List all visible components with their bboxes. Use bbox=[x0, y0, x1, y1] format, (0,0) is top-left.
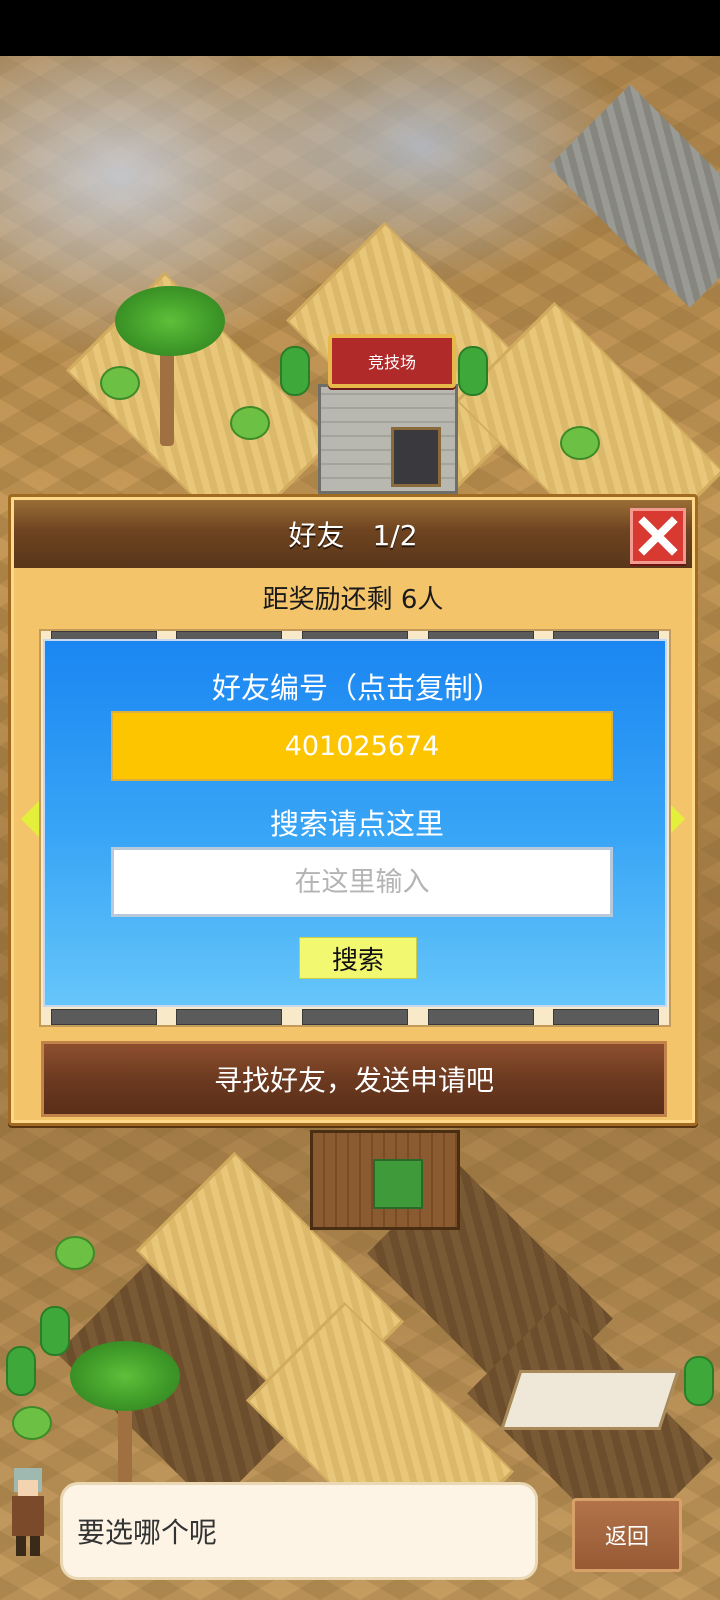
find-friends-button[interactable]: 寻找好友，发送申请吧 bbox=[41, 1041, 667, 1117]
advisor-speech-bubble: 要选哪个呢 bbox=[60, 1482, 538, 1580]
friend-search-panel: 好友编号（点击复制） 401025674 搜索请点这里 搜索 bbox=[43, 639, 667, 1007]
bush-icon bbox=[560, 426, 600, 460]
rocky-ground bbox=[548, 84, 720, 308]
palm-tree-trunk bbox=[160, 346, 174, 446]
list-slot bbox=[427, 1009, 534, 1025]
advisor-avatar bbox=[4, 1460, 52, 1560]
arena-sign[interactable]: 竞技场 bbox=[328, 334, 456, 388]
friend-id-copy-box[interactable]: 401025674 bbox=[111, 711, 613, 781]
list-tab-strip-bottom bbox=[41, 1009, 669, 1025]
close-x-icon bbox=[638, 516, 678, 556]
friend-list-frame: 好友编号（点击复制） 401025674 搜索请点这里 搜索 bbox=[39, 629, 671, 1027]
find-friends-label: 寻找好友，发送申请吧 bbox=[213, 1064, 494, 1097]
advisor-speech-text: 要选哪个呢 bbox=[77, 1516, 218, 1549]
dialog-header: 好友 1/2 bbox=[14, 500, 692, 568]
tent-building[interactable] bbox=[500, 1370, 680, 1430]
list-slot bbox=[50, 1009, 157, 1025]
bush-icon bbox=[100, 366, 140, 400]
bush-icon bbox=[12, 1406, 52, 1440]
bush-icon bbox=[230, 406, 270, 440]
list-slot bbox=[553, 1009, 660, 1025]
friend-id-value: 401025674 bbox=[284, 730, 440, 762]
arrow-left-icon[interactable] bbox=[21, 801, 39, 837]
cactus-icon bbox=[684, 1356, 714, 1406]
search-button[interactable]: 搜索 bbox=[299, 937, 417, 979]
bush-icon bbox=[55, 1236, 95, 1270]
advisor-character-icon bbox=[12, 1468, 44, 1556]
arena-building[interactable] bbox=[318, 384, 458, 494]
close-button[interactable] bbox=[630, 508, 686, 564]
list-slot bbox=[176, 1009, 283, 1025]
cactus-icon bbox=[280, 346, 310, 396]
back-button-label: 返回 bbox=[604, 1525, 649, 1550]
friend-id-label: 好友编号（点击复制） bbox=[211, 671, 502, 705]
shop-building[interactable] bbox=[310, 1130, 460, 1230]
cactus-icon bbox=[458, 346, 488, 396]
search-button-label: 搜索 bbox=[331, 945, 384, 976]
arena-door bbox=[391, 427, 441, 487]
friend-search-input[interactable] bbox=[111, 847, 613, 917]
back-button[interactable]: 返回 bbox=[572, 1498, 682, 1572]
reward-remaining-text: 距奖励还剩 6人 bbox=[262, 585, 444, 615]
search-label: 搜索请点这里 bbox=[269, 807, 444, 841]
status-bar bbox=[0, 0, 720, 56]
dialog-title: 好友 1/2 bbox=[288, 519, 418, 552]
shop-awning bbox=[373, 1159, 423, 1209]
list-slot bbox=[301, 1009, 408, 1025]
arena-sign-label: 竞技场 bbox=[367, 353, 416, 372]
cactus-icon bbox=[40, 1306, 70, 1356]
palm-tree-icon bbox=[115, 286, 225, 356]
palm-tree-icon bbox=[70, 1341, 180, 1411]
cactus-icon bbox=[6, 1346, 36, 1396]
friends-dialog: 好友 1/2 距奖励还剩 6人 好友编号（点击复制） 401025674 搜索请… bbox=[8, 494, 698, 1126]
